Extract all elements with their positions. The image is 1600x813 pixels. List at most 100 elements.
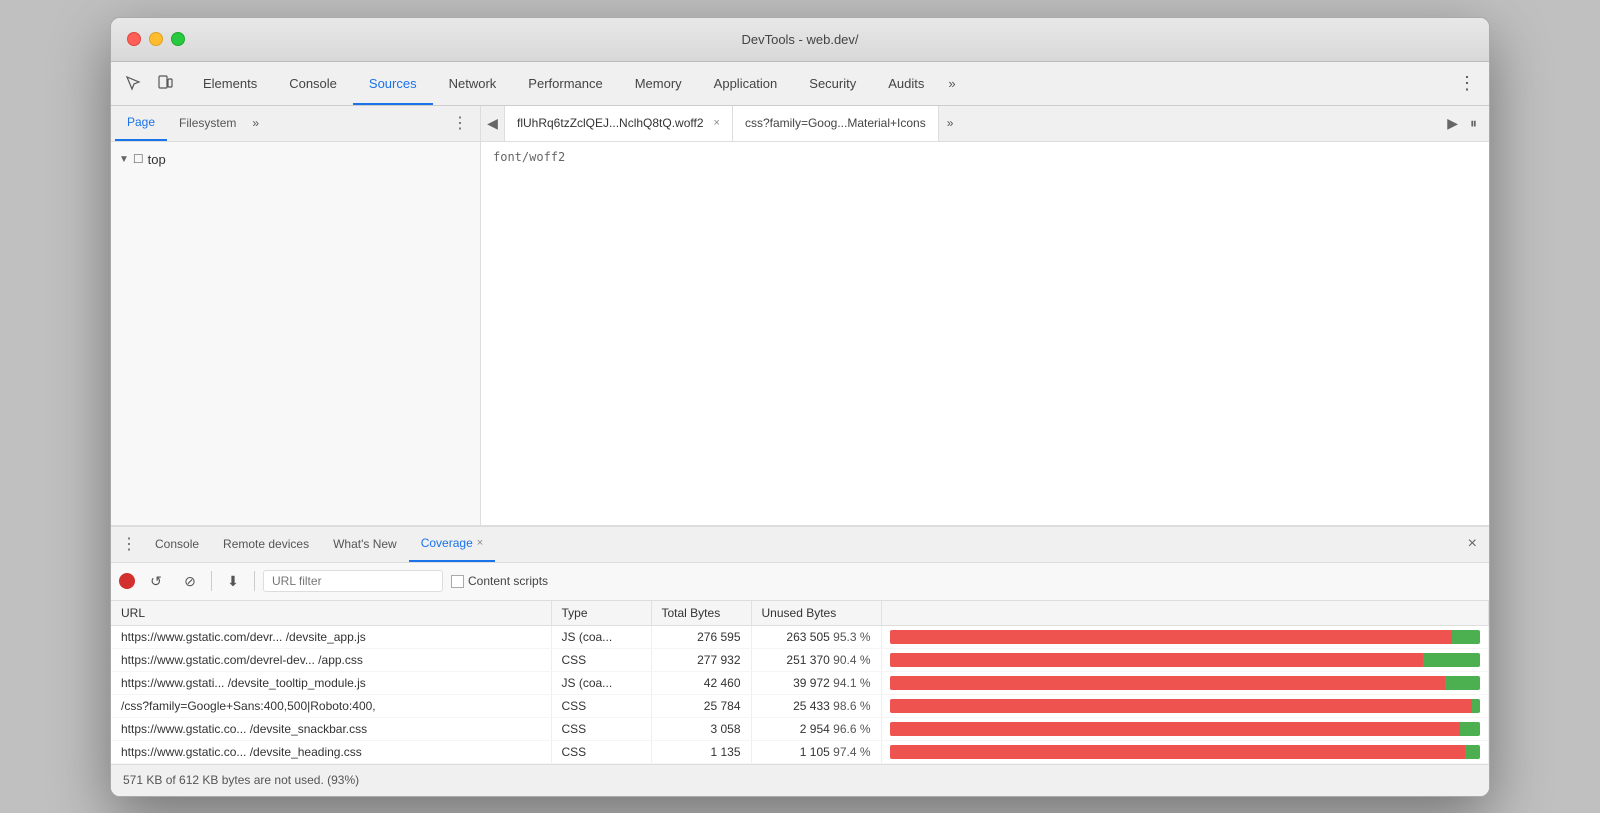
- bar-used-portion: [1465, 745, 1480, 759]
- tree-frame-icon: ☐: [133, 152, 144, 166]
- sidebar-tabs: Page Filesystem » ⋮: [111, 106, 480, 142]
- cell-bar: [881, 740, 1489, 763]
- table-row[interactable]: https://www.gstati... /devsite_tooltip_m…: [111, 671, 1489, 694]
- tab-console[interactable]: Console: [273, 62, 353, 105]
- cell-bar: [881, 694, 1489, 717]
- table-row[interactable]: https://www.gstatic.com/devr... /devsite…: [111, 625, 1489, 648]
- coverage-bar: [890, 699, 1481, 713]
- file-tab-more-icon[interactable]: »: [939, 116, 962, 130]
- cell-unused: 39 972 94.1 %: [751, 671, 881, 694]
- coverage-reload-button[interactable]: ↺: [143, 568, 169, 594]
- maximize-button[interactable]: [171, 32, 185, 46]
- tab-security[interactable]: Security: [793, 62, 872, 105]
- coverage-download-button[interactable]: ⬇: [220, 568, 246, 594]
- tab-performance[interactable]: Performance: [512, 62, 618, 105]
- cell-unused: 263 505 95.3 %: [751, 625, 881, 648]
- tab-sources[interactable]: Sources: [353, 62, 433, 105]
- file-tabs-area: ◀ flUhRq6tzZclQEJ...NclhQ8tQ.woff2 × css…: [481, 106, 1489, 525]
- bar-unused-portion: [890, 699, 1472, 713]
- cell-url: https://www.gstatic.co... /devsite_headi…: [111, 740, 551, 763]
- file-tab-css-label: css?family=Goog...Material+Icons: [745, 116, 926, 130]
- coverage-table: URL Type Total Bytes Unused Bytes https:…: [111, 601, 1489, 764]
- cell-unused: 25 433 98.6 %: [751, 694, 881, 717]
- file-content-area: font/woff2: [481, 142, 1489, 525]
- status-text: 571 KB of 612 KB bytes are not used. (93…: [123, 773, 359, 787]
- file-tab-woff2[interactable]: flUhRq6tzZclQEJ...NclhQ8tQ.woff2 ×: [505, 106, 733, 141]
- content-scripts-checkbox[interactable]: [451, 575, 464, 588]
- sidebar-tab-filesystem[interactable]: Filesystem: [167, 106, 248, 141]
- table-row[interactable]: https://www.gstatic.co... /devsite_snack…: [111, 717, 1489, 740]
- sources-panel: Page Filesystem » ⋮ ▼ ☐ top ◀: [111, 106, 1489, 526]
- coverage-toolbar: ↺ ⊘ ⬇ Content scripts: [111, 563, 1489, 601]
- cell-unused: 251 370 90.4 %: [751, 648, 881, 671]
- bottom-tab-remote-devices[interactable]: Remote devices: [211, 527, 321, 562]
- bottom-dots-icon[interactable]: ⋮: [115, 534, 143, 554]
- cell-type: CSS: [551, 694, 651, 717]
- tab-application[interactable]: Application: [698, 62, 794, 105]
- bottom-tab-console[interactable]: Console: [143, 527, 211, 562]
- col-header-url[interactable]: URL: [111, 601, 551, 626]
- run-script-icon[interactable]: ▶: [1443, 113, 1462, 134]
- file-tab-woff2-label: flUhRq6tzZclQEJ...NclhQ8tQ.woff2: [517, 116, 704, 130]
- cell-url: https://www.gstati... /devsite_tooltip_m…: [111, 671, 551, 694]
- table-row[interactable]: /css?family=Google+Sans:400,500|Roboto:4…: [111, 694, 1489, 717]
- tab-elements[interactable]: Elements: [187, 62, 273, 105]
- file-tab-woff2-close[interactable]: ×: [714, 117, 720, 129]
- cell-type: CSS: [551, 717, 651, 740]
- tab-audits[interactable]: Audits: [872, 62, 940, 105]
- coverage-bar: [890, 745, 1481, 759]
- status-bar: 571 KB of 612 KB bytes are not used. (93…: [111, 764, 1489, 796]
- tree-item-top[interactable]: ▼ ☐ top: [111, 150, 480, 169]
- main-toolbar: Elements Console Sources Network Perform…: [111, 62, 1489, 106]
- tab-memory[interactable]: Memory: [619, 62, 698, 105]
- coverage-separator: [211, 571, 212, 591]
- cell-total: 1 135: [651, 740, 751, 763]
- bar-unused-portion: [890, 722, 1460, 736]
- bar-used-portion: [1472, 699, 1480, 713]
- bottom-tab-coverage[interactable]: Coverage ×: [409, 527, 495, 562]
- cell-bar: [881, 648, 1489, 671]
- col-header-total[interactable]: Total Bytes: [651, 601, 751, 626]
- coverage-url-filter[interactable]: [263, 570, 443, 592]
- close-button[interactable]: [127, 32, 141, 46]
- cell-type: JS (coa...: [551, 625, 651, 648]
- cell-url: /css?family=Google+Sans:400,500|Roboto:4…: [111, 694, 551, 717]
- coverage-record-button[interactable]: [119, 573, 135, 589]
- file-tabs-bar: ◀ flUhRq6tzZclQEJ...NclhQ8tQ.woff2 × css…: [481, 106, 1489, 142]
- bottom-panel-close-icon[interactable]: ×: [1460, 535, 1485, 553]
- more-tabs-icon[interactable]: »: [940, 76, 963, 91]
- cell-unused: 1 105 97.4 %: [751, 740, 881, 763]
- cell-total: 3 058: [651, 717, 751, 740]
- bottom-tab-coverage-close[interactable]: ×: [477, 537, 483, 549]
- content-scripts-label: Content scripts: [468, 574, 548, 588]
- device-toolbar-icon[interactable]: [151, 69, 179, 97]
- col-header-unused[interactable]: Unused Bytes: [751, 601, 881, 626]
- cell-url: https://www.gstatic.com/devrel-dev... /a…: [111, 648, 551, 671]
- cell-total: 42 460: [651, 671, 751, 694]
- minimize-button[interactable]: [149, 32, 163, 46]
- sidebar-dots-icon[interactable]: ⋮: [444, 113, 476, 133]
- cell-total: 25 784: [651, 694, 751, 717]
- bar-unused-portion: [890, 745, 1465, 759]
- file-tab-css[interactable]: css?family=Goog...Material+Icons: [733, 106, 939, 141]
- file-content-label: font/woff2: [493, 150, 565, 164]
- table-row[interactable]: https://www.gstatic.com/devrel-dev... /a…: [111, 648, 1489, 671]
- file-tab-nav-back[interactable]: ◀: [481, 106, 505, 141]
- coverage-bar: [890, 722, 1481, 736]
- bar-used-portion: [1423, 653, 1480, 667]
- table-row[interactable]: https://www.gstatic.co... /devsite_headi…: [111, 740, 1489, 763]
- nav-tabs: Elements Console Sources Network Perform…: [187, 62, 1453, 105]
- inspect-icon[interactable]: [119, 69, 147, 97]
- pause-icon[interactable]: ⏸: [1466, 113, 1481, 134]
- toolbar-end: ⋮: [1453, 69, 1481, 97]
- cell-bar: [881, 717, 1489, 740]
- sidebar-more-tabs-icon[interactable]: »: [248, 116, 263, 130]
- sidebar-tab-page[interactable]: Page: [115, 106, 167, 141]
- menu-icon[interactable]: ⋮: [1453, 69, 1481, 97]
- cell-type: CSS: [551, 740, 651, 763]
- coverage-stop-button[interactable]: ⊘: [177, 568, 203, 594]
- bottom-tab-whats-new[interactable]: What's New: [321, 527, 409, 562]
- col-header-type[interactable]: Type: [551, 601, 651, 626]
- bar-used-portion: [1452, 630, 1480, 644]
- tab-network[interactable]: Network: [433, 62, 513, 105]
